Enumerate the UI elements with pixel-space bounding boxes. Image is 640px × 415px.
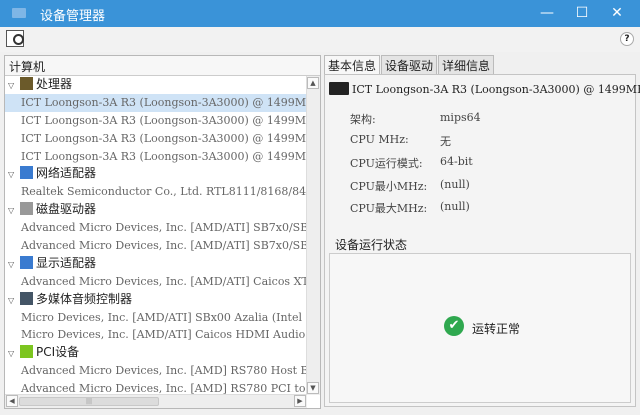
category-label: 处理器: [36, 77, 73, 91]
app-icon: [12, 8, 26, 18]
tree-item[interactable]: Advanced Micro Devices, Inc. [AMD/ATI] S…: [5, 219, 307, 237]
close-button[interactable]: ✕: [606, 3, 628, 23]
expand-arrow-icon[interactable]: ▽: [8, 256, 20, 274]
scroll-down-button[interactable]: ▼: [307, 382, 319, 394]
tab-device-driver[interactable]: 设备驱动: [381, 55, 438, 75]
category-label: 网络适配器: [36, 166, 97, 181]
tree-item[interactable]: ICT Loongson-3A R3 (Loongson-3A3000) @ 1…: [5, 112, 307, 130]
disk-icon: [20, 202, 33, 216]
field-value: (null): [440, 178, 470, 191]
tab-basic-info[interactable]: 基本信息: [324, 55, 381, 76]
tree-category[interactable]: ▽ 网络适配器: [5, 165, 307, 183]
field-cpu-mhz: CPU MHz: 无: [350, 133, 451, 148]
title-bar: 设备管理器 — ☐ ✕: [0, 0, 640, 27]
field-cpu-max-mhz: CPU最大MHz: (null): [350, 200, 470, 216]
tab-details[interactable]: 详细信息: [438, 55, 495, 75]
checkmark-icon: ✔: [444, 316, 464, 336]
scan-hardware-icon[interactable]: [6, 30, 24, 47]
field-cpu-min-mhz: CPU最小MHz: (null): [350, 178, 470, 194]
maximize-button[interactable]: ☐: [571, 3, 593, 23]
help-button[interactable]: ?: [620, 32, 634, 46]
field-key: 架构:: [350, 113, 376, 126]
tree-item[interactable]: Advanced Micro Devices, Inc. [AMD] RS780…: [5, 362, 307, 380]
tree-item[interactable]: ICT Loongson-3A R3 (Loongson-3A3000) @ 1…: [5, 93, 307, 112]
field-value: mips64: [440, 111, 481, 124]
tree-item[interactable]: Realtek Semiconductor Co., Ltd. RTL8111/…: [5, 183, 307, 201]
scroll-right-button[interactable]: ▶: [294, 395, 306, 407]
tree-category[interactable]: ▽ PCI设备: [5, 344, 307, 362]
scroll-left-button[interactable]: ◀: [6, 395, 18, 407]
expand-arrow-icon[interactable]: ▽: [8, 166, 20, 184]
details-panel: 基本信息 设备驱动 详细信息 ICT Loongson-3A R3 (Loong…: [324, 55, 640, 407]
status-text: 运转正常: [472, 322, 521, 336]
monitor-icon: [329, 82, 349, 95]
category-label: 多媒体音频控制器: [36, 291, 133, 306]
device-heading: ICT Loongson-3A R3 (Loongson-3A3000) @ 1…: [329, 82, 640, 96]
device-tree: ▽ 处理器 ICT Loongson-3A R3 (Loongson-3A3000)…: [5, 76, 307, 395]
tree-category[interactable]: ▽ 处理器: [5, 76, 307, 94]
tree-item[interactable]: Advanced Micro Devices, Inc. [AMD] RS780…: [5, 380, 307, 395]
tab-bar: 基本信息 设备驱动 详细信息: [324, 55, 495, 76]
tree-item[interactable]: Micro Devices, Inc. [AMD/ATI] Caicos HDM…: [5, 326, 307, 344]
device-tree-panel: 计算机 ▽ 处理器 ICT Loongson-3A R3 (Loongson-3A3…: [4, 55, 321, 409]
horizontal-scroll-thumb[interactable]: |||: [19, 397, 159, 406]
tree-item[interactable]: ICT Loongson-3A R3 (Loongson-3A3000) @ 1…: [5, 148, 307, 166]
audio-icon: [20, 291, 33, 305]
status-box: ✔ 运转正常: [329, 253, 631, 403]
tree-item[interactable]: Advanced Micro Devices, Inc. [AMD/ATI] S…: [5, 237, 307, 255]
category-label: 显示适配器: [36, 255, 97, 270]
display-icon: [20, 255, 33, 269]
field-value: (null): [440, 200, 470, 213]
field-key: CPU MHz:: [350, 133, 409, 146]
tree-header: 计算机: [5, 56, 320, 76]
vertical-scrollbar[interactable]: ▲ ▼: [306, 76, 320, 395]
scroll-up-button[interactable]: ▲: [307, 77, 319, 89]
field-key: CPU最大MHz:: [350, 202, 428, 215]
field-value: 64-bit: [440, 155, 473, 168]
tree-item[interactable]: Advanced Micro Devices, Inc. [AMD/ATI] C…: [5, 273, 307, 291]
window-title: 设备管理器: [40, 9, 106, 24]
field-key: CPU最小MHz:: [350, 180, 428, 193]
status-section-label: 设备运行状态: [335, 238, 408, 252]
toolbar: ?: [0, 27, 640, 52]
network-icon: [20, 166, 33, 180]
field-arch: 架构: mips64: [350, 111, 481, 127]
field-cpu-mode: CPU运行模式: 64-bit: [350, 155, 473, 171]
tree-category[interactable]: ▽ 显示适配器: [5, 255, 307, 273]
cpu-icon: [20, 77, 33, 90]
tree-item[interactable]: ICT Loongson-3A R3 (Loongson-3A3000) @ 1…: [5, 130, 307, 148]
expand-arrow-icon[interactable]: ▽: [8, 202, 20, 220]
basic-info-pane: ICT Loongson-3A R3 (Loongson-3A3000) @ 1…: [324, 74, 640, 407]
category-label: PCI设备: [36, 345, 80, 360]
field-value: 无: [440, 135, 451, 148]
expand-arrow-icon[interactable]: ▽: [8, 292, 20, 310]
expand-arrow-icon[interactable]: ▽: [8, 345, 20, 363]
field-key: CPU运行模式:: [350, 157, 423, 170]
tree-item[interactable]: Micro Devices, Inc. [AMD/ATI] SBx00 Azal…: [5, 309, 307, 327]
device-name: ICT Loongson-3A R3 (Loongson-3A3000) @ 1…: [352, 83, 640, 96]
tree-category[interactable]: ▽ 磁盘驱动器: [5, 201, 307, 219]
pci-icon: [20, 345, 33, 359]
category-label: 磁盘驱动器: [36, 202, 97, 217]
horizontal-scrollbar[interactable]: ◀ ||| ▶: [5, 394, 307, 408]
expand-arrow-icon[interactable]: ▽: [8, 77, 20, 95]
tree-category[interactable]: ▽ 多媒体音频控制器: [5, 291, 307, 309]
minimize-button[interactable]: —: [536, 3, 558, 23]
